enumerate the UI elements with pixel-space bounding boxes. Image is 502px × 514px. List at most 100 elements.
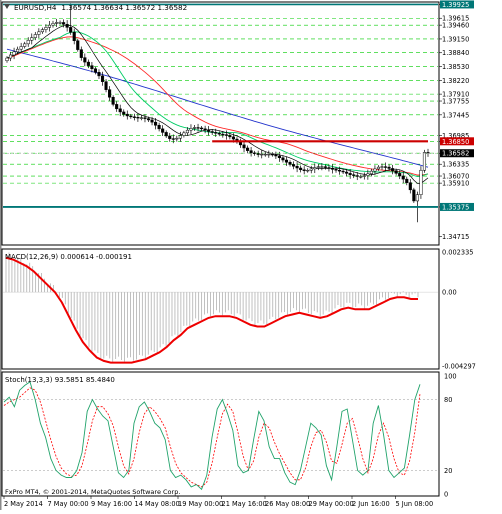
- candle-body: [387, 166, 391, 169]
- macd-tick-label: 0.002335: [442, 249, 473, 257]
- candle-body: [76, 40, 80, 50]
- time-tick-label: 2 Jun 16:00: [352, 500, 390, 508]
- candle-body: [334, 169, 338, 171]
- candle-body: [171, 138, 175, 140]
- candle-body: [398, 173, 402, 177]
- candle-body: [246, 147, 250, 151]
- price-marker-label: 1.35375: [442, 203, 469, 211]
- time-tick-label: 2 May 2014: [4, 500, 43, 508]
- candle-body: [136, 117, 140, 119]
- candle-body: [345, 171, 349, 174]
- price-tick-label: 1.37445: [442, 111, 469, 119]
- candle-body: [380, 166, 384, 168]
- time-tick-label: 29 May 00:00: [309, 500, 354, 508]
- candle-body: [415, 194, 419, 202]
- candle-body: [292, 164, 296, 167]
- candle-body: [270, 153, 274, 156]
- candle-body: [295, 165, 299, 169]
- price-tick-label: 1.38530: [442, 63, 469, 71]
- candle-body: [323, 166, 327, 168]
- candle-body: [51, 23, 55, 26]
- candle-body: [412, 189, 416, 202]
- candle-body: [221, 133, 225, 136]
- candle-body: [139, 117, 143, 119]
- candle-body: [394, 170, 398, 174]
- candle-body: [40, 29, 44, 33]
- candle-body: [224, 134, 228, 136]
- time-tick-label: 14 May 08:00: [135, 500, 180, 508]
- candle-body: [284, 159, 289, 163]
- time-tick-label: 7 May 00:00: [48, 500, 89, 508]
- candle-body: [320, 166, 324, 168]
- candle-body: [309, 168, 313, 171]
- candle-body: [122, 111, 126, 115]
- candle-body: [150, 119, 154, 123]
- candle-body: [5, 57, 9, 61]
- candle-body: [93, 68, 97, 73]
- candle-body: [58, 22, 62, 24]
- candle-body: [200, 127, 204, 130]
- stoch-label: Stoch(13,3,3) 93.5851 85.4840: [5, 376, 115, 384]
- price-tick-label: 1.38220: [442, 77, 469, 85]
- candle-body: [256, 153, 260, 155]
- candle-body: [30, 37, 34, 41]
- candle-body: [341, 170, 345, 173]
- stoch-tick-label: 100: [444, 373, 457, 381]
- stoch-tick-label: 20: [444, 467, 452, 475]
- candle-body: [316, 166, 320, 168]
- candle-body: [79, 49, 83, 58]
- stoch-tick-label: 80: [444, 396, 452, 404]
- candle-body: [192, 127, 197, 129]
- price-tick-label: 1.34715: [442, 233, 469, 241]
- candle-body: [83, 57, 87, 63]
- candle-body: [383, 166, 388, 168]
- candle-body: [62, 22, 66, 25]
- candle-body: [108, 89, 112, 98]
- candle-body: [164, 132, 168, 137]
- macd-panel: MACD(12,26,9) 0.000614 -0.000191: [1, 248, 440, 370]
- stoch-panel: Stoch(13,3,3) 93.5851 85.4840 FxPro MT4,…: [1, 371, 440, 497]
- candle-body: [8, 54, 13, 59]
- price-marker-label: 1.36582: [442, 150, 469, 158]
- candle-body: [115, 104, 119, 110]
- candle-body: [12, 51, 16, 56]
- symbol-header: EURUSD,H4 1.36574 1.36634 1.36572 1.36582: [14, 3, 187, 12]
- candle-body: [313, 167, 317, 170]
- candle-body: [217, 133, 221, 135]
- price-panel: EURUSD,H4 1.36574 1.36634 1.36572 1.36582: [1, 1, 440, 246]
- candle-body: [69, 27, 73, 33]
- price-tick-label: 1.36335: [442, 161, 469, 169]
- candle-body: [125, 113, 129, 117]
- candle-body: [203, 128, 207, 131]
- candle-body: [178, 135, 182, 139]
- candle-body: [72, 32, 76, 41]
- candle-body: [330, 168, 335, 170]
- candle-body: [44, 27, 48, 30]
- candle-body: [143, 117, 147, 119]
- candle-body: [196, 127, 200, 129]
- candle-body: [104, 81, 108, 90]
- macd-tick-label: 0.00: [442, 289, 457, 297]
- candle-body: [65, 24, 69, 28]
- price-marker-label: 1.36850: [442, 138, 469, 146]
- candle-body: [338, 169, 342, 172]
- candle-body: [175, 137, 179, 140]
- candle-body: [376, 166, 381, 170]
- candle-body: [19, 46, 23, 50]
- time-tick-label: 26 May 08:00: [265, 500, 310, 508]
- candle-body: [267, 153, 271, 156]
- candle-body: [369, 170, 373, 175]
- candle-body: [355, 175, 359, 177]
- price-tick-label: 1.39150: [442, 35, 469, 43]
- candle-body: [47, 24, 52, 28]
- candle-body: [391, 168, 395, 171]
- candle-body: [302, 169, 306, 171]
- candle-body: [146, 118, 151, 121]
- candle-body: [359, 176, 363, 178]
- candle-body: [182, 132, 186, 136]
- candle-body: [352, 174, 356, 176]
- candle-body: [111, 96, 115, 105]
- footer-copyright: FxPro MT4, © 2001-2014, MetaQuotes Softw…: [5, 488, 180, 496]
- time-tick-label: 21 May 16:00: [222, 500, 267, 508]
- chart-canvas[interactable]: EURUSD,H4 1.36574 1.36634 1.36572 1.36582…: [0, 0, 502, 510]
